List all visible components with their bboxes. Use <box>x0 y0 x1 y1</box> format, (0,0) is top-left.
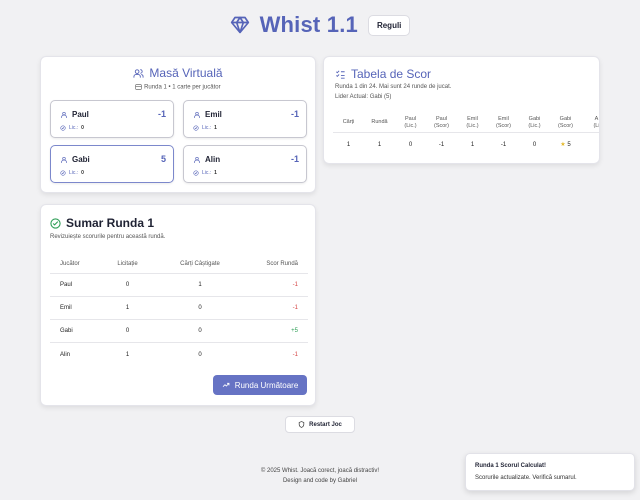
column-header: Cărți Câștigate <box>180 260 220 267</box>
scoreboard-header: Rundă <box>371 119 388 125</box>
user-icon <box>60 156 68 164</box>
shield-icon <box>298 421 305 428</box>
player-score: 5 <box>160 154 166 164</box>
app-title: Whist 1.1 <box>259 12 358 37</box>
user-icon <box>193 156 201 164</box>
restart-game-button[interactable]: Restart Joc <box>285 416 355 433</box>
player-name: Alin <box>205 155 221 164</box>
scoreboard-header: Paul (Scor) <box>434 115 449 129</box>
round-summary-card: Sumar Runda 1 Revizuiește scorurile pent… <box>40 204 316 406</box>
table-row: Gabi 0 0 +5 <box>50 320 308 343</box>
scoreboard-title: Tabela de Scor <box>335 67 431 81</box>
scoreboard-header: Gabi (Scor) <box>558 115 573 129</box>
player-seat-gabi[interactable]: Gabi 5 Lic.: 0 <box>50 145 174 183</box>
player-seat-emil[interactable]: Emil -1 Lic.: 1 <box>183 100 307 138</box>
virtual-table-title-text: Masă Virtuală <box>149 66 223 80</box>
scoreboard-header-row: Cărți Rundă Paul (Lic.) Paul (Scor) Emil (L… <box>333 113 600 133</box>
trend-up-icon <box>222 381 230 389</box>
scoreboard-header: A (Li <box>593 115 600 129</box>
player-score: -1 <box>290 109 299 119</box>
scoreboard-header: Emil (Scor) <box>496 115 511 129</box>
virtual-table-subtitle: Runda 1 • 1 carte per jucător <box>41 84 315 91</box>
table-header-row: Jucător Licitație Cărți Câștigate Scor R… <box>50 254 308 274</box>
toast-title: Runda 1 Scorul Calculat! <box>475 463 547 469</box>
column-header: Jucător <box>60 260 80 267</box>
player-name: Gabi <box>72 155 90 164</box>
player-score: -1 <box>290 154 299 164</box>
round-summary-subtitle: Revizuiește scorurile pentru această run… <box>50 234 166 240</box>
scoreboard-cell: 1 <box>346 141 351 148</box>
scoreboard-card: Tabela de Scor Runda 1 din 24. Mai sunt … <box>323 56 600 164</box>
column-header: Licitație <box>117 260 138 267</box>
scoreboard-cell <box>581 136 599 154</box>
scoreboard-cell: 1 <box>377 141 382 148</box>
player-seat-alin[interactable]: Alin -1 Lic.: 1 <box>183 145 307 183</box>
list-checks-icon <box>335 69 346 80</box>
current-leader: Lider Actual: Gabi (5) <box>335 94 392 100</box>
scoreboard-header: Cărți <box>342 119 355 125</box>
table-row: Paul 0 1 -1 <box>50 274 308 297</box>
player-bid: Lic.: 0 <box>60 170 84 176</box>
next-round-button[interactable]: Runda Următoare <box>213 375 307 395</box>
users-icon <box>133 68 144 79</box>
user-icon <box>60 111 68 119</box>
badge-check-icon <box>193 125 199 131</box>
badge-check-icon <box>60 170 66 176</box>
virtual-table-card: Masă Virtuală Runda 1 • 1 carte per jucă… <box>40 56 316 193</box>
scoreboard-cell: 1 <box>470 141 475 148</box>
check-circle-icon <box>50 217 61 229</box>
round-info: Runda 1 din 24. Mai sunt 24 runde de juc… <box>335 84 452 90</box>
scoreboard-header: Gabi (Lic.) <box>528 115 541 129</box>
toast-notification[interactable]: Runda 1 Scorul Calculat! Scorurile actua… <box>465 453 635 491</box>
player-seat-paul[interactable]: Paul -1 Lic.: 0 <box>50 100 174 138</box>
scoreboard-header: Paul (Lic.) <box>404 115 417 129</box>
scoreboard-row: 1 1 0 -1 1 -1 0 ★ 5 <box>333 136 599 154</box>
scoreboard-cell: -1 <box>500 141 507 148</box>
round-summary-title: Sumar Runda 1 <box>50 216 154 230</box>
player-name: Emil <box>205 110 222 119</box>
column-header: Scor Rundă <box>266 260 298 267</box>
scoreboard-cell: 0 <box>532 141 537 148</box>
app-header: Whist 1.1 Reguli <box>0 10 640 40</box>
scoreboard-cell: -1 <box>438 141 445 148</box>
scoreboard-cell: 0 <box>408 141 413 148</box>
player-bid: Lic.: 1 <box>193 170 217 176</box>
scoreboard-header: Emil (Lic.) <box>466 115 479 129</box>
scoreboard-cell-leader: ★ 5 <box>560 141 571 148</box>
rules-button[interactable]: Reguli <box>367 14 411 36</box>
player-bid: Lic.: 1 <box>193 125 217 131</box>
player-score: -1 <box>157 109 166 119</box>
card-icon <box>135 84 143 90</box>
player-bid: Lic.: 0 <box>60 125 84 131</box>
badge-check-icon <box>193 170 199 176</box>
player-name: Paul <box>72 110 89 119</box>
virtual-table-title: Masă Virtuală <box>41 66 315 80</box>
table-row: Emil 1 0 -1 <box>50 297 308 320</box>
round-summary-table: Jucător Licitație Cărți Câștigate Scor R… <box>50 254 308 366</box>
gem-icon <box>230 15 250 35</box>
badge-check-icon <box>60 125 66 131</box>
toast-message: Scorurile actualizate. Verifică sumarul. <box>475 475 577 481</box>
star-icon: ★ <box>560 141 566 148</box>
table-row: Alin 1 0 -1 <box>60 351 298 358</box>
user-icon <box>193 111 201 119</box>
